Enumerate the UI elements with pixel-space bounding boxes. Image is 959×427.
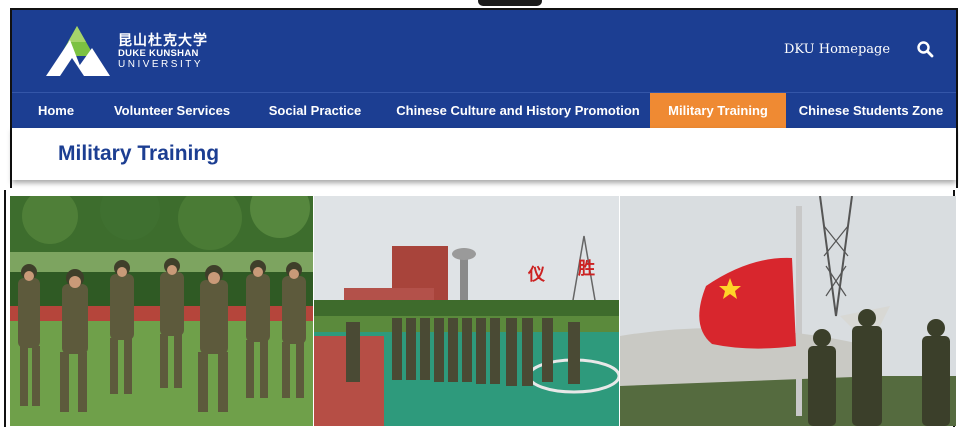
main-navigation: Home Volunteer Services Social Practice … xyxy=(12,92,956,129)
photo-sign-char-2: 胜 xyxy=(578,259,595,279)
nav-military-training[interactable]: Military Training xyxy=(650,93,786,129)
photo-gallery: 仪 胜 xyxy=(10,196,956,426)
photo-flag-raising[interactable] xyxy=(620,196,956,426)
website-header-block: 昆山杜克大学 DUKE KUNSHAN UNIVERSITY DKU Homep… xyxy=(10,8,958,188)
dku-logo[interactable]: 昆山杜克大学 DUKE KUNSHAN UNIVERSITY xyxy=(42,22,222,82)
search-icon[interactable] xyxy=(916,40,934,58)
logo-english-line1: DUKE KUNSHAN xyxy=(118,48,199,59)
nav-chinese-students-zone[interactable]: Chinese Students Zone xyxy=(786,93,956,129)
nav-volunteer-services[interactable]: Volunteer Services xyxy=(100,93,244,129)
clipped-element xyxy=(478,0,542,6)
logo-mountain-icon xyxy=(46,26,110,76)
logo-english-line2: UNIVERSITY xyxy=(118,59,204,70)
page-title-bar: Military Training xyxy=(12,128,956,180)
dku-homepage-link[interactable]: DKU Homepage xyxy=(784,42,890,57)
logo-chinese-name: 昆山杜克大学 xyxy=(118,33,208,49)
photo-sign-char-1: 仪 xyxy=(528,265,545,285)
screenshot-frame: 昆山杜克大学 DUKE KUNSHAN UNIVERSITY DKU Homep… xyxy=(0,0,959,427)
nav-social-practice[interactable]: Social Practice xyxy=(244,93,386,129)
nav-home[interactable]: Home xyxy=(12,93,100,129)
photo-drill-exercise[interactable] xyxy=(10,196,313,426)
left-border xyxy=(4,190,6,427)
logo-wordmark: 昆山杜克大学 DUKE KUNSHAN UNIVERSITY xyxy=(118,33,208,71)
nav-chinese-culture-history[interactable]: Chinese Culture and History Promotion xyxy=(386,93,650,129)
site-header: 昆山杜克大学 DUKE KUNSHAN UNIVERSITY DKU Homep… xyxy=(12,10,956,92)
page-title: Military Training xyxy=(58,142,220,165)
photo-formation-lineup[interactable]: 仪 胜 xyxy=(314,196,619,426)
